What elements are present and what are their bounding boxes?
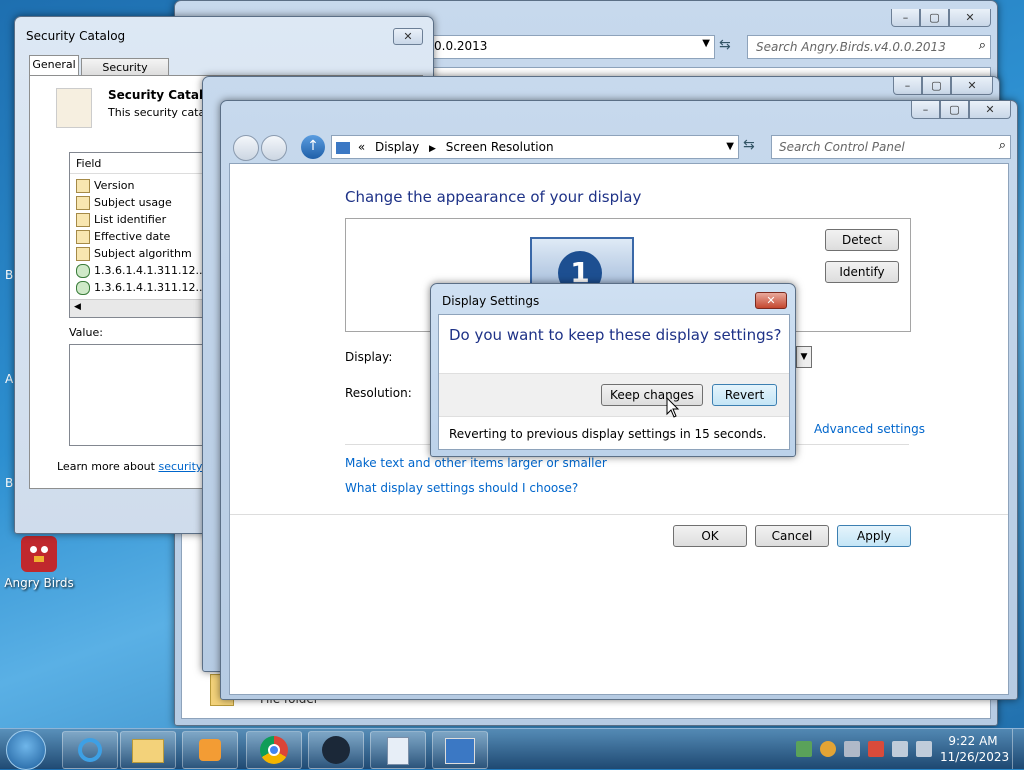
search-input[interactable]: Search Control Panel ⌕: [771, 135, 1011, 159]
apply-button[interactable]: Apply: [837, 525, 911, 547]
display-help-link[interactable]: What display settings should I choose?: [345, 481, 578, 495]
chevron-right-icon[interactable]: ▶: [429, 144, 436, 154]
close-button[interactable]: ✕: [951, 77, 993, 95]
media-player-icon[interactable]: [182, 731, 238, 769]
field-icon: [76, 212, 90, 227]
field-icon: [76, 178, 90, 193]
clock-time: 9:22 AM: [948, 734, 998, 748]
cancel-button[interactable]: Cancel: [755, 525, 829, 547]
clock-date: 11/26/2023: [940, 750, 1010, 764]
volume-muted-icon[interactable]: [916, 741, 932, 757]
window-title: Security Catalog: [26, 29, 126, 43]
up-arrow-icon[interactable]: ↑: [301, 135, 325, 159]
column-header-field[interactable]: Field: [76, 157, 101, 170]
breadcrumb-screen-resolution[interactable]: Screen Resolution: [446, 140, 554, 154]
maximize-button[interactable]: ▢: [922, 77, 951, 95]
window-controls: – ▢ ✕: [893, 77, 993, 95]
field-icon: [76, 195, 90, 210]
desktop-label-fragment: B: [5, 476, 14, 490]
scroll-left-icon[interactable]: ◀: [74, 302, 81, 312]
tab-general-label: General: [32, 58, 76, 71]
start-orb-icon[interactable]: [6, 730, 46, 770]
show-desktop-button[interactable]: [1012, 729, 1024, 769]
notepad-icon[interactable]: [370, 731, 426, 769]
minimize-button[interactable]: –: [891, 9, 920, 27]
dialog-question: Do you want to keep these display settin…: [449, 326, 782, 344]
flag-error-icon[interactable]: [868, 741, 884, 757]
identify-button[interactable]: Identify: [825, 261, 899, 283]
keep-changes-button[interactable]: Keep changes: [601, 384, 703, 406]
address-text: 0.0.2013: [434, 39, 488, 53]
revert-button[interactable]: Revert: [712, 384, 777, 406]
mouse-pointer-icon: [666, 397, 680, 418]
resolution-label: Resolution:: [345, 386, 412, 400]
network-icon[interactable]: [796, 741, 812, 757]
page-title: Change the appearance of your display: [345, 188, 642, 206]
dialog-body: Do you want to keep these display settin…: [438, 314, 790, 450]
angry-birds-icon: [21, 536, 57, 572]
internet-explorer-icon[interactable]: [62, 731, 118, 769]
close-button[interactable]: ✕: [755, 292, 787, 309]
display-label: Display:: [345, 350, 393, 364]
chevron-down-icon[interactable]: ▼: [702, 38, 710, 49]
detect-button[interactable]: Detect: [825, 229, 899, 251]
maximize-button[interactable]: ▢: [940, 101, 969, 119]
refresh-icon[interactable]: ⇆: [743, 137, 755, 153]
catalog-icon: [56, 88, 92, 128]
chevron-down-icon[interactable]: ▼: [726, 136, 734, 158]
button-band: Keep changes Revert: [439, 373, 789, 417]
display-dropdown[interactable]: ▼: [796, 346, 812, 368]
search-tray-icon[interactable]: [820, 741, 836, 757]
search-input[interactable]: Search Angry.Birds.v4.0.0.2013 ⌕: [747, 35, 991, 59]
desktop-icon-label: Angry Birds: [4, 576, 74, 590]
display-tray-icon[interactable]: [892, 741, 908, 757]
window-controls: – ▢ ✕: [911, 101, 1011, 119]
taskbar: 9:22 AM 11/26/2023: [0, 728, 1024, 770]
breadcrumb[interactable]: « Display ▶ Screen Resolution ▼: [331, 135, 739, 159]
close-button[interactable]: ✕: [393, 28, 423, 45]
certificate-icon: [76, 263, 90, 278]
search-icon: ⌕: [998, 138, 1006, 153]
search-icon: ⌕: [978, 38, 986, 53]
minimize-button[interactable]: –: [911, 101, 940, 119]
breadcrumb-overflow-icon[interactable]: «: [358, 140, 369, 154]
clock[interactable]: 9:22 AM 11/26/2023: [940, 733, 1010, 765]
search-placeholder: Search Angry.Birds.v4.0.0.2013: [756, 40, 946, 54]
text-size-link[interactable]: Make text and other items larger or smal…: [345, 456, 607, 470]
field-icon: [76, 246, 90, 261]
forward-button[interactable]: [261, 135, 287, 161]
control-panel-icon[interactable]: [432, 731, 488, 769]
countdown-text: Reverting to previous display settings i…: [449, 427, 767, 441]
desktop-icon-angry-birds[interactable]: Angry Birds: [4, 536, 74, 590]
certificate-icon: [76, 280, 90, 295]
breadcrumb-display[interactable]: Display: [375, 140, 419, 154]
window-controls: – ▢ ✕: [891, 9, 991, 27]
divider: [230, 514, 1008, 515]
maximize-button[interactable]: ▢: [920, 9, 949, 27]
advanced-settings-link[interactable]: Advanced settings: [814, 422, 925, 436]
close-button[interactable]: ✕: [949, 9, 991, 27]
refresh-icon[interactable]: ⇆: [719, 37, 731, 53]
desktop-label-fragment: A: [5, 372, 14, 386]
address-bar[interactable]: 0.0.2013 ▼: [431, 35, 715, 59]
display-settings-dialog: Display Settings ✕ Do you want to keep t…: [430, 283, 796, 457]
action-center-icon[interactable]: [844, 741, 860, 757]
value-label: Value:: [69, 326, 103, 339]
dialog-title: Display Settings: [442, 294, 540, 308]
steam-icon[interactable]: [308, 731, 364, 769]
file-explorer-icon[interactable]: [120, 731, 176, 769]
back-button[interactable]: [233, 135, 259, 161]
search-placeholder: Search Control Panel: [779, 140, 905, 154]
ok-button[interactable]: OK: [673, 525, 747, 547]
minimize-button[interactable]: –: [893, 77, 922, 95]
chevron-down-icon: ▼: [800, 352, 808, 362]
tab-security-catalog[interactable]: Security Catalog: [81, 58, 169, 91]
control-panel-icon: [336, 141, 350, 154]
field-icon: [76, 229, 90, 244]
close-button[interactable]: ✕: [969, 101, 1011, 119]
tab-general[interactable]: General: [29, 55, 79, 76]
chrome-icon[interactable]: [246, 731, 302, 769]
